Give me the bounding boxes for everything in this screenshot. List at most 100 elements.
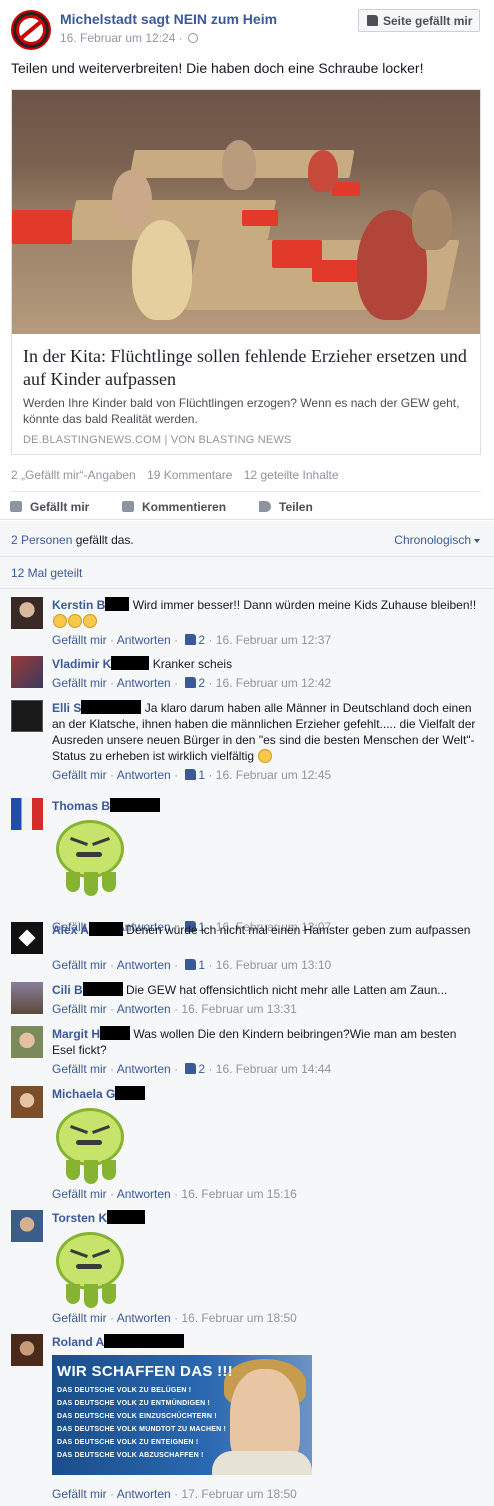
comment-like-link[interactable]: Gefällt mir — [52, 1187, 107, 1201]
meme-headline: WIR SCHAFFEN DAS !!! — [57, 1363, 233, 1380]
likes-suffix: gefällt das. — [72, 533, 134, 547]
sort-label: Chronologisch — [394, 533, 471, 547]
comment-reply-link[interactable]: Antworten — [117, 1311, 171, 1325]
comment-reply-link[interactable]: Antworten — [117, 676, 171, 690]
comment-like-link[interactable]: Gefällt mir — [52, 768, 107, 782]
comment-like-link[interactable]: Gefällt mir — [52, 676, 107, 690]
comment-author[interactable]: Cili B — [52, 983, 83, 997]
avatar[interactable] — [11, 1334, 43, 1366]
comments-count[interactable]: 19 Kommentare — [147, 468, 232, 482]
thumbs-up-icon — [185, 677, 197, 688]
meme-line: DAS DEUTSCHE VOLK ZU ENTMÜNDIGEN ! — [57, 1400, 211, 1407]
comment-time[interactable]: 16. Februar um 13:10 — [216, 958, 331, 972]
meme-line: DAS DEUTSCHE VOLK EINZUSCHÜCHTERN ! — [57, 1413, 217, 1420]
comment-like-link[interactable]: Gefällt mir — [52, 633, 107, 647]
meme-image[interactable]: WIR SCHAFFEN DAS !!! DAS DEUTSCHE VOLK Z… — [52, 1355, 312, 1475]
comment-reply-link[interactable]: Antworten — [117, 1062, 171, 1076]
meme-line: DAS DEUTSCHE VOLK ZU BELÜGEN ! — [57, 1387, 192, 1394]
redaction-bar — [88, 922, 123, 936]
avatar[interactable] — [11, 1210, 43, 1242]
meme-line: DAS DEUTSCHE VOLK ZU ENTEIGNEN ! — [57, 1439, 199, 1446]
nauseated-sticker — [52, 1108, 128, 1184]
comment-author[interactable]: Thomas B — [52, 799, 110, 813]
avatar[interactable] — [11, 922, 43, 954]
post-timestamp[interactable]: 16. Februar um 12:24 · — [60, 31, 183, 45]
comment-meta: Gefällt mir · Antworten · 2 · 16. Februa… — [52, 676, 332, 690]
comment-time[interactable]: 16. Februar um 12:45 — [216, 768, 331, 782]
link-preview-card[interactable]: In der Kita: Flüchtlinge sollen fehlende… — [11, 89, 481, 455]
comment-reply-link[interactable]: Antworten — [117, 958, 171, 972]
comment-meta: Gefällt mir · Antworten · 2 · 16. Februa… — [52, 633, 332, 647]
link-preview-image[interactable] — [12, 90, 480, 334]
comment-text: Die GEW hat offensichtlich nicht mehr al… — [126, 983, 448, 997]
smiley-icon — [258, 749, 273, 763]
emoji-icon — [53, 614, 67, 628]
comment-time[interactable]: 16. Februar um 15:16 — [181, 1187, 296, 1201]
nauseated-sticker — [52, 820, 128, 896]
comment-author[interactable]: Margit H — [52, 1027, 100, 1041]
redaction-bar — [110, 798, 161, 812]
meme-line: DAS DEUTSCHE VOLK MUNDTOT ZU MACHEN ! — [57, 1426, 227, 1433]
comment-time[interactable]: 16. Februar um 13:31 — [181, 1002, 296, 1016]
avatar[interactable] — [11, 982, 43, 1014]
comment-meta: Gefällt mir · Antworten · 1 · 16. Februa… — [52, 768, 332, 782]
redaction-bar — [100, 1026, 130, 1040]
comment-time[interactable]: 16. Februar um 18:50 — [181, 1311, 296, 1325]
comment-button[interactable]: Kommentieren — [122, 500, 226, 514]
likes-summary: 2 Personen gefällt das. — [11, 533, 134, 547]
comment-time[interactable]: 16. Februar um 12:42 — [216, 676, 331, 690]
page-name-link[interactable]: Michelstadt sagt NEIN zum Heim — [60, 11, 277, 27]
comment-author[interactable]: Alex A — [52, 923, 89, 937]
comment-like-count[interactable]: 1 — [198, 768, 205, 782]
comment-like-link[interactable]: Gefällt mir — [52, 1487, 107, 1501]
comment-like-count[interactable]: 2 — [198, 1062, 205, 1076]
comment-author[interactable]: Torsten K — [52, 1211, 107, 1225]
comment-reply-link[interactable]: Antworten — [117, 1487, 171, 1501]
shares-count[interactable]: 12 geteilte Inhalte — [244, 468, 339, 482]
comment-like-link[interactable]: Gefällt mir — [52, 958, 107, 972]
comment-author[interactable]: Kerstin B — [52, 598, 105, 612]
link-preview-title[interactable]: In der Kita: Flüchtlinge sollen fehlende… — [23, 345, 473, 391]
post: Michelstadt sagt NEIN zum Heim 16. Febru… — [0, 0, 494, 520]
likes-count[interactable]: 2 „Gefällt mir“-Angaben — [11, 468, 136, 482]
redaction-bar — [81, 700, 142, 714]
comment-time[interactable]: 16. Februar um 12:37 — [216, 633, 331, 647]
comment-meta: Gefällt mir · Antworten · 16. Februar um… — [52, 1311, 297, 1325]
comment-like-link[interactable]: Gefällt mir — [52, 1062, 107, 1076]
comment-author[interactable]: Roland A — [52, 1335, 104, 1349]
page-avatar[interactable] — [11, 10, 51, 50]
comment-author[interactable]: Elli S — [52, 701, 81, 715]
avatar[interactable] — [11, 798, 43, 830]
comment-like-link[interactable]: Gefällt mir — [52, 1002, 107, 1016]
sort-dropdown[interactable]: Chronologisch — [394, 533, 480, 547]
comment-author[interactable]: Vladimir K — [52, 657, 111, 671]
comment-like-count[interactable]: 2 — [198, 633, 205, 647]
speech-bubble-icon — [122, 501, 134, 512]
like-page-button[interactable]: Seite gefällt mir — [358, 9, 480, 32]
avatar[interactable] — [11, 1026, 43, 1058]
comment-like-link[interactable]: Gefällt mir — [52, 1311, 107, 1325]
likes-people-link[interactable]: 2 Personen — [11, 533, 72, 547]
comment-like-count[interactable]: 2 — [198, 676, 205, 690]
share-button[interactable]: Teilen — [259, 500, 313, 514]
comment-time[interactable]: 17. Februar um 18:50 — [181, 1487, 296, 1501]
comment-like-count[interactable]: 1 — [198, 958, 205, 972]
like-button[interactable]: Gefällt mir — [10, 500, 89, 514]
comment-reply-link[interactable]: Antworten — [117, 768, 171, 782]
avatar[interactable] — [11, 597, 43, 629]
shared-count-link[interactable]: 12 Mal geteilt — [11, 566, 82, 580]
avatar[interactable] — [11, 1086, 43, 1118]
avatar[interactable] — [11, 700, 43, 732]
thumbs-up-icon — [185, 769, 197, 780]
redaction-bar — [105, 597, 130, 611]
comment-reply-link[interactable]: Antworten — [117, 1002, 171, 1016]
redaction-bar — [82, 982, 123, 996]
thumbs-up-icon — [185, 959, 197, 970]
comment-time[interactable]: 16. Februar um 14:44 — [216, 1062, 331, 1076]
avatar[interactable] — [11, 656, 43, 688]
comment-author[interactable]: Michaela G — [52, 1087, 115, 1101]
meme-line: DAS DEUTSCHE VOLK ABZUSCHAFFEN ! — [57, 1452, 204, 1459]
link-preview-description: Werden Ihre Kinder bald von Flüchtlingen… — [23, 396, 460, 426]
comment-reply-link[interactable]: Antworten — [117, 1187, 171, 1201]
comment-reply-link[interactable]: Antworten — [117, 633, 171, 647]
